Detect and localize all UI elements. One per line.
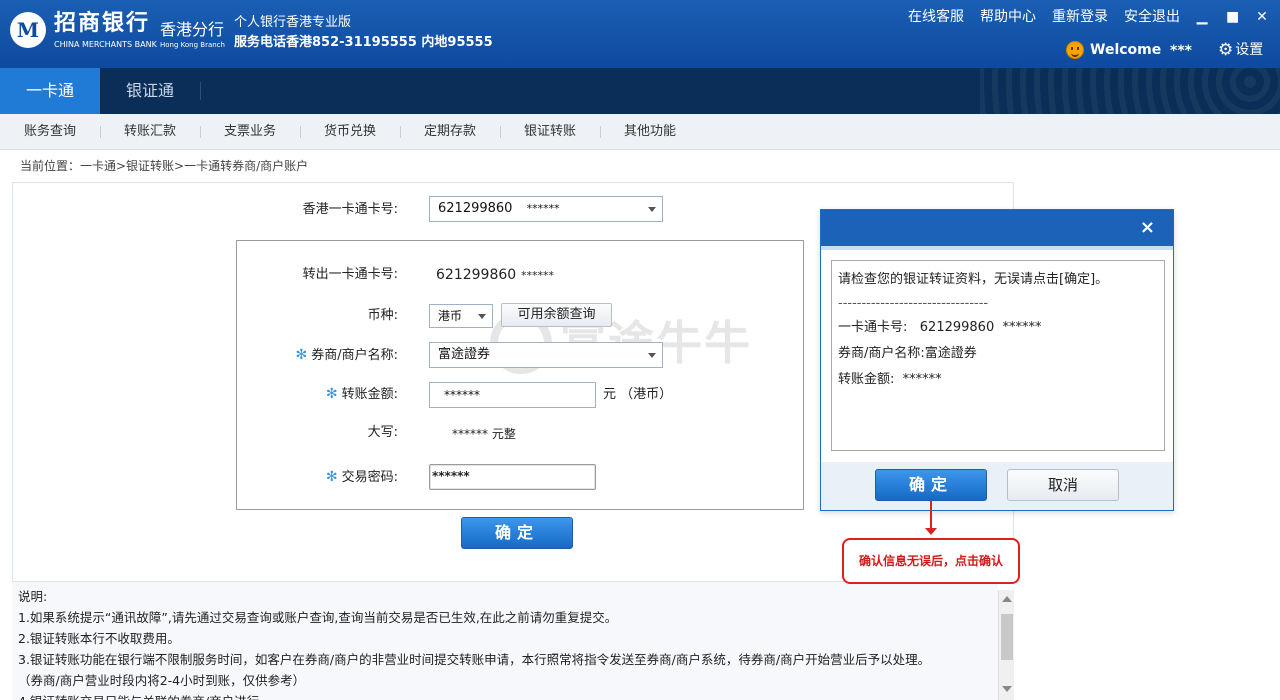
header-hotline: 服务电话香港852-31195555 内地95555	[234, 35, 493, 50]
bank-name-cn: 招商银行	[54, 11, 151, 36]
dialog-title-bar: ×	[821, 210, 1173, 246]
required-mark: ✻	[325, 386, 338, 402]
currency-label: 币种:	[367, 308, 398, 323]
nav-decoration	[980, 68, 1280, 114]
password-input[interactable]: ******	[429, 464, 596, 490]
subnav-currency-exchange[interactable]: 货币兑换	[300, 114, 400, 150]
bank-logo-icon: M	[10, 12, 46, 48]
dialog-card-line: 一卡通卡号: 621299860 ******	[838, 320, 1042, 335]
notes-panel: 说明: 1.如果系统提示“通讯故障”,请先通过交易查询或账户查询,查询当前交易是…	[12, 582, 998, 700]
confirm-dialog: × 请检查您的银证转证资料，无误请点击[确定]。 ---------------…	[820, 209, 1174, 511]
smiley-icon	[1066, 41, 1084, 59]
username-masked: ***	[1170, 43, 1192, 59]
required-mark: ✻	[295, 347, 308, 363]
subnav-cheque[interactable]: 支票业务	[200, 114, 300, 150]
callout-arrow-icon	[925, 528, 937, 535]
chevron-down-icon	[478, 314, 486, 319]
out-card-mask: ******	[521, 269, 554, 282]
subnav-fixed-deposit[interactable]: 定期存款	[400, 114, 500, 150]
dialog-amount-line: 转账金额: ******	[838, 372, 942, 387]
broker-value: 富途證券	[438, 347, 491, 362]
broker-select[interactable]: 富途證券	[429, 342, 663, 368]
close-icon[interactable]: ×	[1140, 218, 1155, 238]
out-card-label: 转出一卡通卡号:	[302, 267, 398, 282]
subnav-transfer[interactable]: 转账汇款	[100, 114, 200, 150]
close-window-icon[interactable]: ✕	[1256, 8, 1268, 26]
minimize-icon[interactable]: ▁	[1196, 8, 1208, 26]
header-links: 在线客服 帮助中心 重新登录 安全退出	[908, 8, 1180, 26]
password-label: ✻ 交易密码:	[325, 469, 398, 485]
notes-line: 4.银证转账交易只能与关联的券商/商户进行。	[18, 691, 992, 700]
notes-line: 1.如果系统提示“通讯故障”,请先通过交易查询或账户查询,查询当前交易是否已生效…	[18, 610, 618, 625]
chevron-down-icon	[648, 207, 656, 212]
welcome-area: Welcome	[1066, 40, 1161, 60]
dialog-footer: 确定 取消	[821, 462, 1173, 510]
capital-amount-value: ****** 元整	[452, 427, 516, 441]
tab-divider	[200, 82, 201, 100]
currency-value: 港币	[438, 309, 463, 323]
card-number-label: 香港一卡通卡号:	[302, 202, 398, 217]
branch-name-en: Hong Kong Branch	[160, 41, 225, 49]
branch-name-cn: 香港分行	[160, 20, 225, 39]
currency-select[interactable]: 港币	[429, 304, 493, 328]
callout-arrow-line	[930, 501, 932, 531]
capital-amount-label: 大写:	[367, 425, 398, 440]
bank-name-en: CHINA MERCHANTS BANK	[54, 40, 157, 49]
card-number-mask: ******	[526, 202, 560, 215]
dialog-confirm-button[interactable]: 确定	[875, 469, 987, 501]
dialog-divider: --------------------------------	[838, 296, 989, 311]
confirm-button[interactable]: 确定	[461, 517, 573, 549]
dialog-content: 请检查您的银证转证资料，无误请点击[确定]。 -----------------…	[831, 260, 1165, 451]
required-mark: ✻	[325, 469, 338, 485]
amount-input[interactable]: ******	[429, 382, 596, 408]
out-card-number: 621299860	[436, 267, 517, 283]
notes-line: （券商/商户营业时段内将2-4小时到账，仅供参考）	[18, 673, 306, 688]
dialog-cancel-button[interactable]: 取消	[1007, 469, 1119, 501]
notes-title: 说明:	[18, 589, 48, 604]
tab-securities[interactable]: 银证通	[100, 68, 200, 114]
notes-line: 3.银证转账功能在银行端不限制服务时间，如客户在券商/商户的非营业时间提交转账申…	[18, 652, 931, 667]
link-online-service[interactable]: 在线客服	[908, 8, 964, 26]
settings-button[interactable]: ⚙ 设置	[1218, 40, 1263, 60]
amount-unit: 元 （港币）	[603, 387, 673, 402]
welcome-text: Welcome	[1090, 42, 1162, 58]
scroll-thumb[interactable]	[1001, 614, 1013, 660]
link-logout[interactable]: 安全退出	[1124, 8, 1180, 26]
card-number-value: 621299860	[438, 201, 513, 216]
settings-label: 设置	[1235, 42, 1264, 58]
scroll-down-icon[interactable]	[1002, 686, 1012, 692]
app-header: M 招商银行 CHINA MERCHANTS BANK 香港分行 Hong Ko…	[0, 0, 1280, 68]
subnav-account-query[interactable]: 账务查询	[0, 114, 100, 150]
balance-query-button[interactable]: 可用余额查询	[501, 303, 612, 327]
gear-icon: ⚙	[1218, 40, 1234, 60]
dialog-message: 请检查您的银证转证资料，无误请点击[确定]。	[838, 272, 1109, 287]
link-relogin[interactable]: 重新登录	[1052, 8, 1108, 26]
link-help-center[interactable]: 帮助中心	[980, 8, 1036, 26]
card-number-select[interactable]: 621299860 ******	[429, 196, 663, 222]
window-controls: ▁ ■ ✕	[1196, 8, 1268, 26]
tab-one-card[interactable]: 一卡通	[0, 68, 100, 114]
broker-label: ✻ 券商/商户名称:	[295, 347, 399, 363]
dialog-broker-line: 券商/商户名称:富途證券	[838, 346, 977, 361]
main-nav: 一卡通 银证通	[0, 68, 1280, 114]
subnav-other[interactable]: 其他功能	[600, 114, 700, 150]
maximize-icon[interactable]: ■	[1226, 8, 1239, 26]
chevron-down-icon	[648, 353, 656, 358]
sub-nav: 账务查询 转账汇款 支票业务 货币兑换 定期存款 银证转账 其他功能	[0, 114, 1280, 150]
annotation-callout: 确认信息无误后，点击确认	[842, 538, 1020, 584]
notes-scrollbar[interactable]	[998, 590, 1014, 700]
notes-line: 2.银证转账本行不收取费用。	[18, 631, 180, 646]
header-slogan: 个人银行香港专业版	[234, 15, 352, 30]
breadcrumb: 当前位置：一卡通>银证转账>一卡通转券商/商户账户	[20, 159, 309, 173]
amount-label: ✻ 转账金额:	[325, 386, 398, 402]
subnav-bank-securities-transfer[interactable]: 银证转账	[500, 114, 600, 150]
scroll-up-icon[interactable]	[1002, 596, 1012, 602]
